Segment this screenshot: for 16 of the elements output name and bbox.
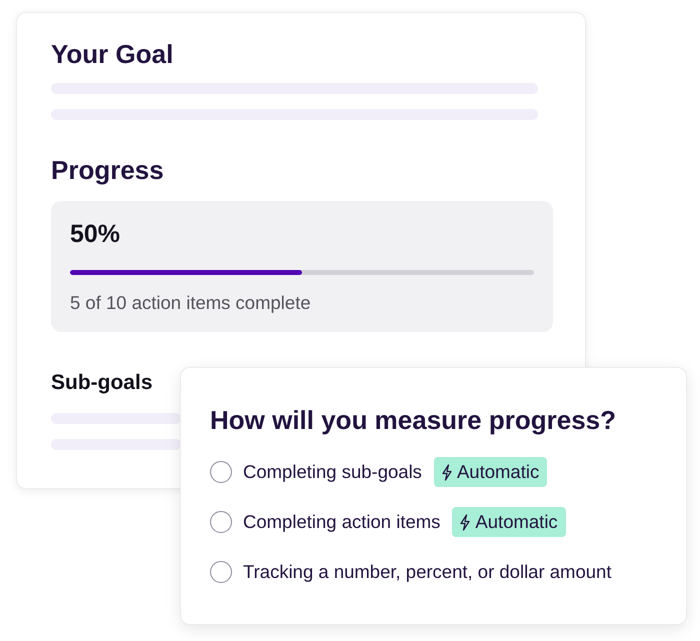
option-label[interactable]: Completing sub-goals	[243, 461, 422, 483]
section-title: Sub-goals	[51, 370, 154, 396]
lightning-icon	[440, 464, 453, 480]
radio-button[interactable]	[210, 461, 232, 483]
section-title: Progress	[51, 155, 165, 185]
progress-percent: 50%	[70, 219, 122, 249]
popup-title: How will you measure progress?	[210, 405, 617, 435]
lightning-icon	[459, 514, 472, 530]
option-label[interactable]: Completing action items	[243, 511, 440, 533]
radio-button[interactable]	[210, 561, 232, 583]
tag-label: Automatic	[475, 511, 558, 533]
tag-label: Automatic	[456, 461, 540, 483]
radio-button[interactable]	[210, 511, 232, 533]
option-label[interactable]: Tracking a number, percent, or dollar amount	[243, 561, 612, 583]
section-title: Your Goal	[51, 39, 174, 69]
progress-caption: 5 of 10 action items complete	[70, 292, 312, 314]
